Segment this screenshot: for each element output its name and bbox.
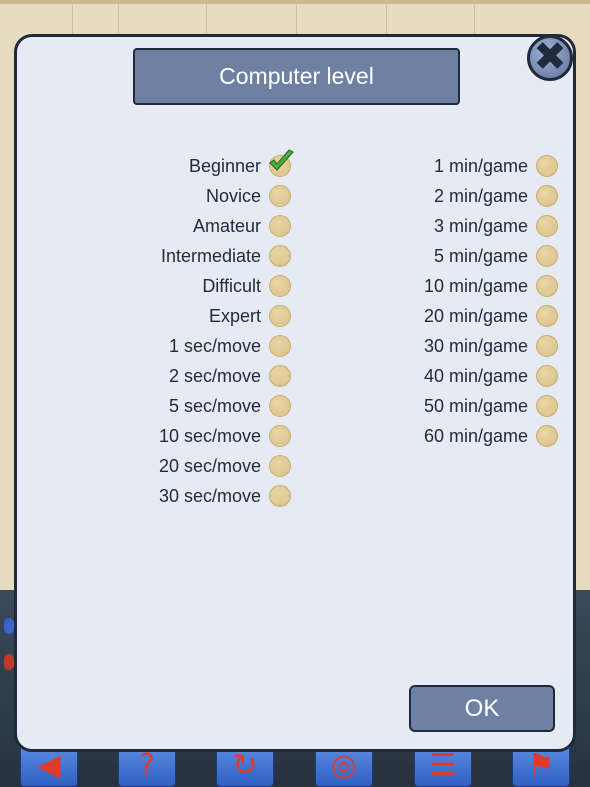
- radio-button[interactable]: [269, 395, 291, 417]
- level-option-label: 10 min/game: [423, 276, 528, 296]
- level-option-label: 20 sec/move: [158, 456, 261, 476]
- dialog-title: Computer level: [133, 48, 460, 105]
- side-red-piece: [4, 654, 14, 670]
- level-option[interactable]: 20 min/game: [298, 301, 558, 331]
- side-blue-piece: [4, 618, 14, 634]
- radio-button[interactable]: [536, 155, 558, 177]
- level-option[interactable]: 2 min/game: [298, 181, 558, 211]
- radio-button[interactable]: [269, 365, 291, 387]
- level-option[interactable]: 50 min/game: [298, 391, 558, 421]
- radio-button[interactable]: [269, 425, 291, 447]
- level-option[interactable]: 5 min/game: [298, 241, 558, 271]
- radio-button[interactable]: [536, 425, 558, 447]
- level-option[interactable]: Intermediate: [31, 241, 291, 271]
- level-option[interactable]: 40 min/game: [298, 361, 558, 391]
- radio-button[interactable]: [536, 395, 558, 417]
- board-line: [474, 4, 475, 38]
- radio-button[interactable]: [269, 185, 291, 207]
- level-option-label: 5 min/game: [433, 246, 528, 266]
- radio-button[interactable]: [536, 245, 558, 267]
- radio-button[interactable]: [269, 275, 291, 297]
- radio-button[interactable]: [269, 335, 291, 357]
- radio-button[interactable]: [536, 185, 558, 207]
- radio-button[interactable]: [269, 245, 291, 267]
- radio-button[interactable]: [536, 365, 558, 387]
- level-option[interactable]: Novice: [31, 181, 291, 211]
- level-option-label: 2 min/game: [433, 186, 528, 206]
- board-line: [296, 4, 297, 38]
- level-option[interactable]: 10 sec/move: [31, 421, 291, 451]
- level-option[interactable]: 1 min/game: [298, 151, 558, 181]
- level-option-label: 1 min/game: [433, 156, 528, 176]
- radio-button[interactable]: [536, 275, 558, 297]
- level-option-label: 30 min/game: [423, 336, 528, 356]
- radio-button[interactable]: [269, 215, 291, 237]
- level-option-label: 1 sec/move: [168, 336, 261, 356]
- level-option[interactable]: 10 min/game: [298, 271, 558, 301]
- level-option[interactable]: 1 sec/move: [31, 331, 291, 361]
- level-option[interactable]: Beginner: [31, 149, 294, 181]
- radio-button[interactable]: [536, 335, 558, 357]
- board-line: [118, 4, 119, 38]
- level-option-label: 10 sec/move: [158, 426, 261, 446]
- level-option-label: Beginner: [188, 156, 261, 176]
- level-option[interactable]: 30 min/game: [298, 331, 558, 361]
- level-option[interactable]: 30 sec/move: [31, 481, 291, 511]
- level-option[interactable]: 5 sec/move: [31, 391, 291, 421]
- level-option[interactable]: Difficult: [31, 271, 291, 301]
- radio-button[interactable]: [536, 215, 558, 237]
- level-option-label: Amateur: [192, 216, 261, 236]
- level-option[interactable]: Expert: [31, 301, 291, 331]
- computer-level-dialog: Computer level ✖ Beginner Novice Amateur In…: [14, 34, 576, 752]
- radio-button[interactable]: [269, 305, 291, 327]
- level-option-label: Expert: [208, 306, 261, 326]
- radio-button[interactable]: [269, 455, 291, 477]
- level-option-label: 60 min/game: [423, 426, 528, 446]
- ok-button[interactable]: OK: [409, 685, 555, 732]
- level-option-label: 5 sec/move: [168, 396, 261, 416]
- level-option[interactable]: Amateur: [31, 211, 291, 241]
- level-option[interactable]: 20 sec/move: [31, 451, 291, 481]
- level-option[interactable]: 60 min/game: [298, 421, 558, 451]
- board-line: [206, 4, 207, 38]
- board-line: [386, 4, 387, 38]
- checkmark-icon: [269, 149, 294, 171]
- level-option[interactable]: 3 min/game: [298, 211, 558, 241]
- level-option[interactable]: 2 sec/move: [31, 361, 291, 391]
- level-option-label: 30 sec/move: [158, 486, 261, 506]
- radio-button[interactable]: [536, 305, 558, 327]
- level-option-label: 3 min/game: [433, 216, 528, 236]
- close-button[interactable]: ✖: [527, 34, 573, 81]
- level-option-label: 2 sec/move: [168, 366, 261, 386]
- close-icon: ✖: [533, 34, 567, 80]
- radio-selected[interactable]: [269, 149, 294, 177]
- level-option-label: Difficult: [202, 276, 261, 296]
- level-option-label: 50 min/game: [423, 396, 528, 416]
- radio-button[interactable]: [269, 485, 291, 507]
- level-option-label: Novice: [205, 186, 261, 206]
- level-option-label: 20 min/game: [423, 306, 528, 326]
- board-line: [72, 4, 73, 38]
- level-option-label: 40 min/game: [423, 366, 528, 386]
- level-option-label: Intermediate: [160, 246, 261, 266]
